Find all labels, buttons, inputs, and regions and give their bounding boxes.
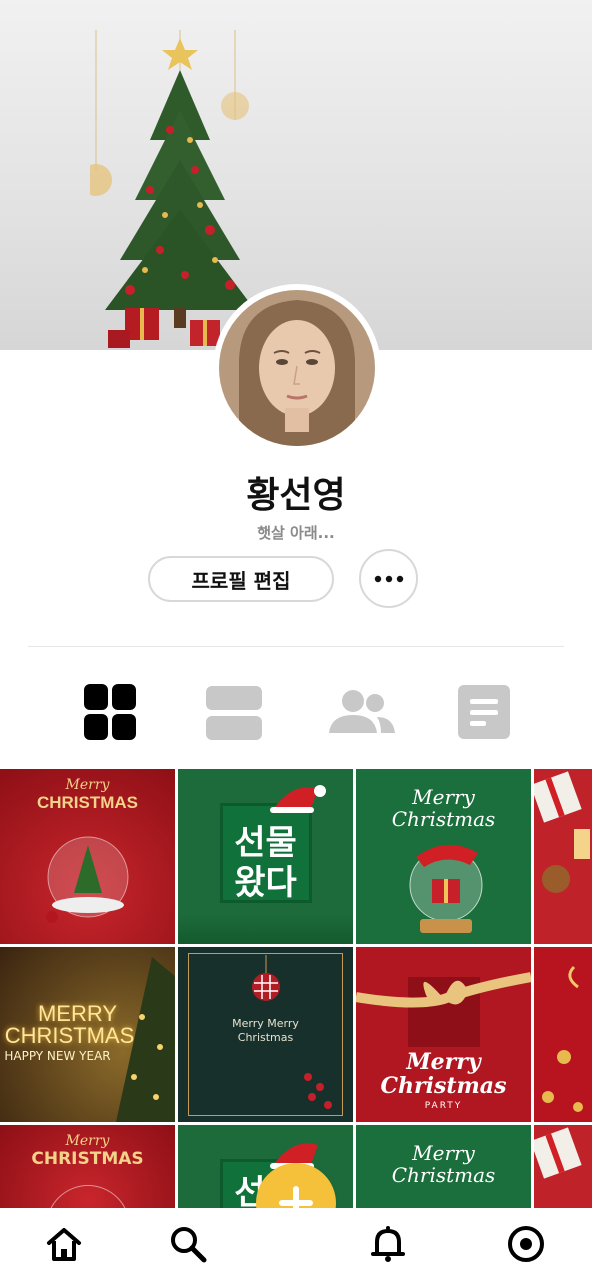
avatar[interactable] bbox=[213, 284, 381, 452]
nav-home[interactable] bbox=[42, 1222, 86, 1266]
divider bbox=[28, 646, 564, 647]
profile-bio[interactable]: 햇살 아래... bbox=[0, 522, 592, 543]
list-icon bbox=[206, 686, 262, 740]
document-icon bbox=[458, 685, 510, 739]
snow-globe-image bbox=[46, 836, 129, 923]
post-tile[interactable] bbox=[534, 947, 592, 1122]
profile-page: 황선영 햇살 아래... 프로필 편집 Merry CHRISTMAS 선물 왔… bbox=[0, 0, 592, 1280]
post-tile[interactable]: MERRY CHRISTMAS HAPPY NEW YEAR bbox=[0, 947, 175, 1122]
edit-profile-label: 프로필 편집 bbox=[191, 568, 291, 593]
tree-lights-image bbox=[116, 957, 175, 1122]
ornament-image bbox=[252, 955, 280, 1001]
more-options-button[interactable] bbox=[359, 549, 418, 608]
ribbon-bow-image bbox=[356, 972, 531, 1047]
post-grid: Merry CHRISTMAS 선물 왔다 Merry Christmas ME… bbox=[0, 769, 592, 1209]
post-tile[interactable]: Merry CHRISTMAS bbox=[0, 769, 175, 944]
post-tile[interactable] bbox=[534, 769, 592, 944]
ornaments-image bbox=[542, 965, 583, 1112]
people-icon bbox=[329, 690, 395, 733]
gift-image bbox=[534, 1127, 582, 1179]
post-tile[interactable]: Merry Christmas PARTY bbox=[356, 947, 531, 1122]
profile-name: 황선영 bbox=[246, 475, 346, 516]
post-tile[interactable]: Merry Merry Christmas bbox=[178, 947, 353, 1122]
edit-profile-button[interactable]: 프로필 편집 bbox=[148, 556, 334, 602]
target-icon bbox=[508, 1226, 544, 1262]
berries-image bbox=[304, 1073, 332, 1109]
home-icon bbox=[47, 1228, 81, 1261]
tab-friends[interactable] bbox=[326, 680, 396, 744]
nav-search[interactable] bbox=[166, 1222, 210, 1266]
post-tile[interactable]: Merry CHRISTMAS bbox=[0, 1125, 175, 1209]
avatar-photo bbox=[219, 290, 375, 446]
tab-grid[interactable] bbox=[80, 680, 140, 744]
snow-globe-image bbox=[409, 844, 483, 933]
tab-list[interactable] bbox=[204, 680, 264, 744]
grid-icon bbox=[84, 684, 136, 740]
nav-notifications[interactable] bbox=[366, 1222, 410, 1266]
santa-hat-image bbox=[270, 785, 326, 813]
search-icon bbox=[171, 1227, 207, 1263]
post-tile[interactable]: 선물 왔다 bbox=[178, 769, 353, 944]
tab-posts[interactable] bbox=[454, 680, 514, 744]
gift-image bbox=[534, 771, 590, 893]
post-tile[interactable]: Merry Christmas bbox=[356, 769, 531, 944]
nav-profile[interactable] bbox=[504, 1222, 548, 1266]
more-icon bbox=[374, 575, 403, 582]
post-tile[interactable] bbox=[534, 1125, 592, 1209]
post-tile[interactable]: Merry Christmas bbox=[356, 1125, 531, 1209]
bottom-nav bbox=[0, 1208, 592, 1280]
bell-icon bbox=[371, 1226, 405, 1262]
